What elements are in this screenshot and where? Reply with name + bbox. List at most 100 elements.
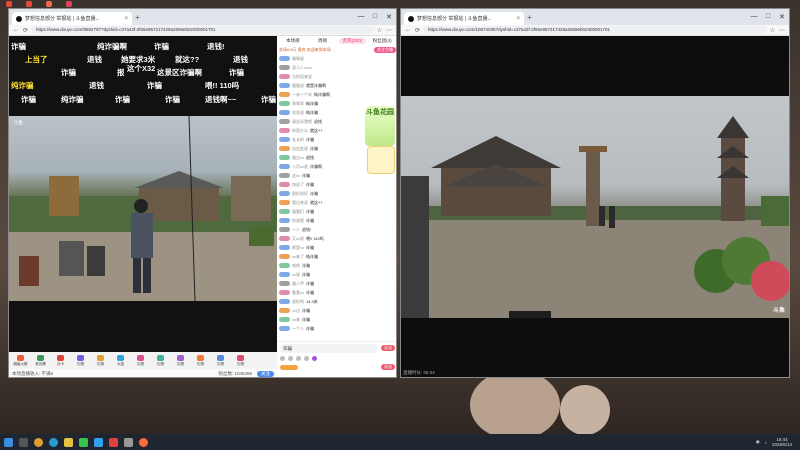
edge-icon[interactable] (49, 437, 58, 447)
search-icon[interactable] (19, 437, 28, 447)
refresh-icon[interactable]: ⟳ (23, 27, 28, 34)
more-icon[interactable] (312, 355, 317, 361)
back-icon[interactable]: ← (405, 27, 411, 33)
chat-message[interactable]: xx过 诈骗 (277, 306, 396, 315)
minimize-icon[interactable]: — (747, 13, 761, 21)
volume-icon[interactable]: ♪ (765, 440, 767, 445)
app-icon[interactable] (109, 437, 118, 447)
gift-item[interactable]: 礼物 (191, 355, 210, 366)
close-tab-icon[interactable]: × (516, 16, 520, 22)
chat-message[interactable]: 猫猫说 就是诈骗啊 (277, 81, 396, 90)
shortcut-icon[interactable] (66, 1, 72, 7)
gift-item[interactable]: 办卡 (51, 355, 70, 366)
chat-username[interactable]: 猫猫说 (292, 83, 304, 89)
chat-username[interactable]: 为你而来说 (292, 74, 312, 80)
chat-username[interactable]: 看看xx (292, 290, 304, 296)
chat-message[interactable]: xx说 诈骗 (277, 270, 396, 279)
chat-username[interactable]: 说好的 (292, 299, 304, 305)
star-icon[interactable]: ☆ (770, 27, 775, 34)
new-tab-icon[interactable]: + (135, 13, 140, 22)
menu-icon[interactable]: ⋯ (386, 27, 392, 34)
chat-username[interactable]: 请告诉我吧 (292, 119, 312, 125)
chat-username[interactable]: 快说了 (292, 182, 304, 188)
gift-item[interactable]: 礼物 (151, 355, 170, 366)
clock[interactable]: 16:44 2025/6/14 (772, 437, 792, 447)
chat-message[interactable]: xx来 诈骗 (277, 315, 396, 324)
chat-message[interactable]: 你说呢 诈骗 (277, 216, 396, 225)
folder-icon[interactable] (64, 437, 73, 447)
chat-username[interactable]: 你说呢 (292, 218, 304, 224)
shortcut-icon[interactable] (6, 1, 12, 7)
gift-item[interactable]: 礼物 (71, 355, 90, 366)
chat-message[interactable]: 路人甲 诈骗 (277, 279, 396, 288)
chat-username[interactable]: 我过来说 (292, 200, 308, 206)
wifi-icon[interactable]: ◉ (756, 439, 760, 445)
chat-message[interactable]: 说好的 14.3米 (277, 297, 396, 306)
chat-username[interactable]: 一米一个米 (292, 92, 312, 98)
chat-username[interactable]: xx过 (292, 308, 300, 314)
balance-chip[interactable] (280, 364, 298, 370)
star-icon[interactable]: ☆ (377, 27, 382, 34)
chat-message[interactable]: 看看xx 诈骗 (277, 288, 396, 297)
url-field[interactable]: https://www.douyu.com/10674036?dyshid=c3… (424, 26, 766, 34)
promo-card[interactable] (367, 146, 395, 174)
browser-tab[interactable]: 梦想信息部分 举报站 | 斗鱼直播... × (12, 12, 132, 25)
promo-banner[interactable]: 斗鱼花园 (365, 106, 395, 146)
chat-message[interactable]: 快说了 诈骗 (277, 180, 396, 189)
chat-username[interactable]: 长长的 (292, 137, 304, 143)
color-icon[interactable] (288, 355, 293, 361)
chat-message[interactable]: 为你而来说 (277, 72, 396, 81)
app-icon[interactable] (124, 437, 133, 447)
close-window-icon[interactable]: ✕ (775, 13, 789, 21)
chat-input[interactable]: 诈骗 (280, 343, 378, 353)
gift-item[interactable]: 荧光棒 (31, 355, 50, 366)
chat-username[interactable]: 你是什么 (292, 128, 308, 134)
chat-message[interactable]: 很好很好 诈骗 (277, 189, 396, 198)
chat-message[interactable]: 猫猫们 诈骗 (277, 207, 396, 216)
chat-username[interactable]: 又xx说 (292, 236, 304, 242)
video-frame[interactable]: 斗鱼 (9, 116, 277, 301)
video-frame[interactable]: 斗鱼 (401, 96, 789, 318)
tab-week[interactable]: 周榜 (309, 38, 337, 44)
douyu-icon[interactable] (139, 437, 148, 447)
chat-message[interactable]: 猫咪说 (277, 54, 396, 63)
chat-username[interactable]: 花花说 (292, 110, 304, 116)
url-field[interactable]: https://www.douyu.com/9692787?dyshid=c37… (32, 26, 373, 34)
chat-message[interactable]: xx来了 纯诈骗 (277, 252, 396, 261)
chat-username[interactable]: 猫咪说 (292, 56, 304, 62)
chat-message[interactable]: 一人 退钱! (277, 225, 396, 234)
browser-tab[interactable]: 梦想信息部分 举报站 | 斗鱼直播... × (404, 12, 524, 25)
close-window-icon[interactable]: ✕ (382, 13, 396, 21)
chat-username[interactable]: 乖乖咩 (292, 101, 304, 107)
gift-item[interactable]: 礼物 (131, 355, 150, 366)
maximize-icon[interactable]: □ (761, 13, 775, 21)
gift-icon[interactable] (296, 355, 301, 361)
chat-username[interactable]: 很好很好 (292, 191, 308, 197)
chat-message[interactable]: 又xx说 喂!! 110吗 (277, 234, 396, 243)
shortcut-icon[interactable] (46, 1, 52, 7)
minimize-icon[interactable]: — (354, 13, 368, 21)
gift-item[interactable]: 大招 (111, 355, 130, 366)
wechat-icon[interactable] (79, 437, 88, 447)
gift-item[interactable]: 礼物 (211, 355, 230, 366)
chat-username[interactable]: 一个人 (292, 326, 304, 332)
chat-message[interactable]: 一米一个米 纯诈骗啊 (277, 90, 396, 99)
chat-message-list[interactable]: 猫咪说 双人C.xxxx 为你而来说 猫猫说 就是诈骗啊 一米一个米 纯诈骗啊 乖乖咩 纯诈骗花… (277, 54, 396, 333)
chrome-icon[interactable] (34, 437, 43, 447)
chat-username[interactable]: 路人甲 (292, 281, 304, 287)
chat-message[interactable]: 一个人 诈骗 (277, 324, 396, 333)
gift-item[interactable]: 礼物 (231, 355, 250, 366)
gift-item[interactable]: 礼物 (171, 355, 190, 366)
tab-vip[interactable]: 贵宾(200) (338, 37, 367, 44)
chat-username[interactable]: 路过xx (292, 155, 304, 161)
chat-message[interactable]: 那是xx 诈骗 (277, 243, 396, 252)
follow-anchor-button[interactable]: 关注主播 (374, 46, 396, 53)
chat-username[interactable]: 猫猫们 (292, 209, 304, 215)
shortcut-icon[interactable] (26, 1, 32, 7)
live-player[interactable]: 诈骗 纯诈骗啊 诈骗 退钱! 上当了 退钱 她要求3米 就这?? 退钱 诈骗 这个X32 报这景区诈骗… (9, 36, 277, 352)
chat-username[interactable]: xx说 (292, 272, 300, 278)
chat-username[interactable]: 双人C.xxxx (292, 65, 312, 71)
chat-message[interactable]: 哈哈 诈骗 (277, 261, 396, 270)
follow-button[interactable]: 关注 (257, 371, 274, 377)
chat-username[interactable]: 一人 (292, 227, 300, 233)
